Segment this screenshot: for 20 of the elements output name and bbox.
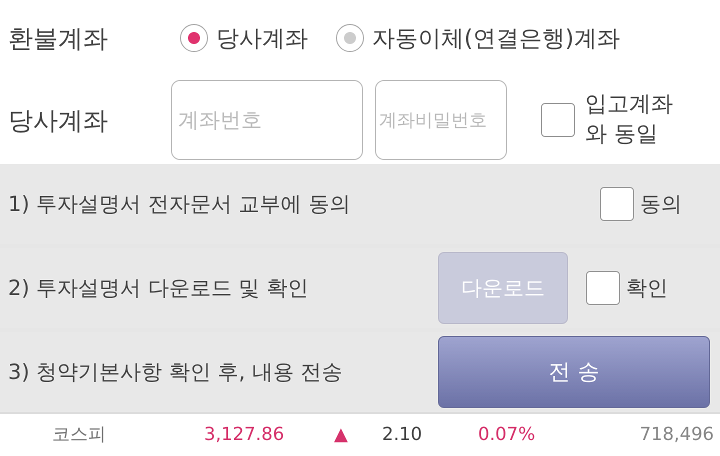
change-percent: 0.07% — [478, 424, 536, 444]
up-arrow-icon: ▲ — [334, 424, 382, 444]
checkbox-label: 입고계좌 와 동일 — [585, 91, 674, 149]
step-label: 3) 청약기본사항 확인 후, 내용 전송 — [8, 359, 344, 386]
volume-value: 718,496 — [638, 424, 714, 444]
checkbox[interactable] — [600, 187, 634, 221]
field-label: 환불계좌 — [8, 22, 109, 54]
checkbox[interactable] — [541, 103, 575, 137]
index-name: 코스피 — [52, 423, 107, 446]
field-label: 당사계좌 — [8, 104, 109, 136]
checkbox-label: 확인 — [626, 275, 668, 302]
password-field[interactable]: 계좌비밀번호 — [375, 80, 507, 160]
checkbox-label: 동의 — [640, 191, 682, 218]
account-number-field[interactable]: 계좌번호 — [171, 80, 363, 160]
radio-option[interactable]: 자동이체(연결은행)계좌 — [336, 22, 620, 54]
step-label: 1) 투자설명서 전자문서 교부에 동의 — [8, 191, 352, 218]
change-value: 2.10 — [382, 424, 424, 444]
index-value: 3,127.86 — [204, 424, 286, 444]
radio-option[interactable]: 당사계좌 — [180, 22, 308, 54]
step-label: 2) 투자설명서 다운로드 및 확인 — [8, 275, 310, 302]
